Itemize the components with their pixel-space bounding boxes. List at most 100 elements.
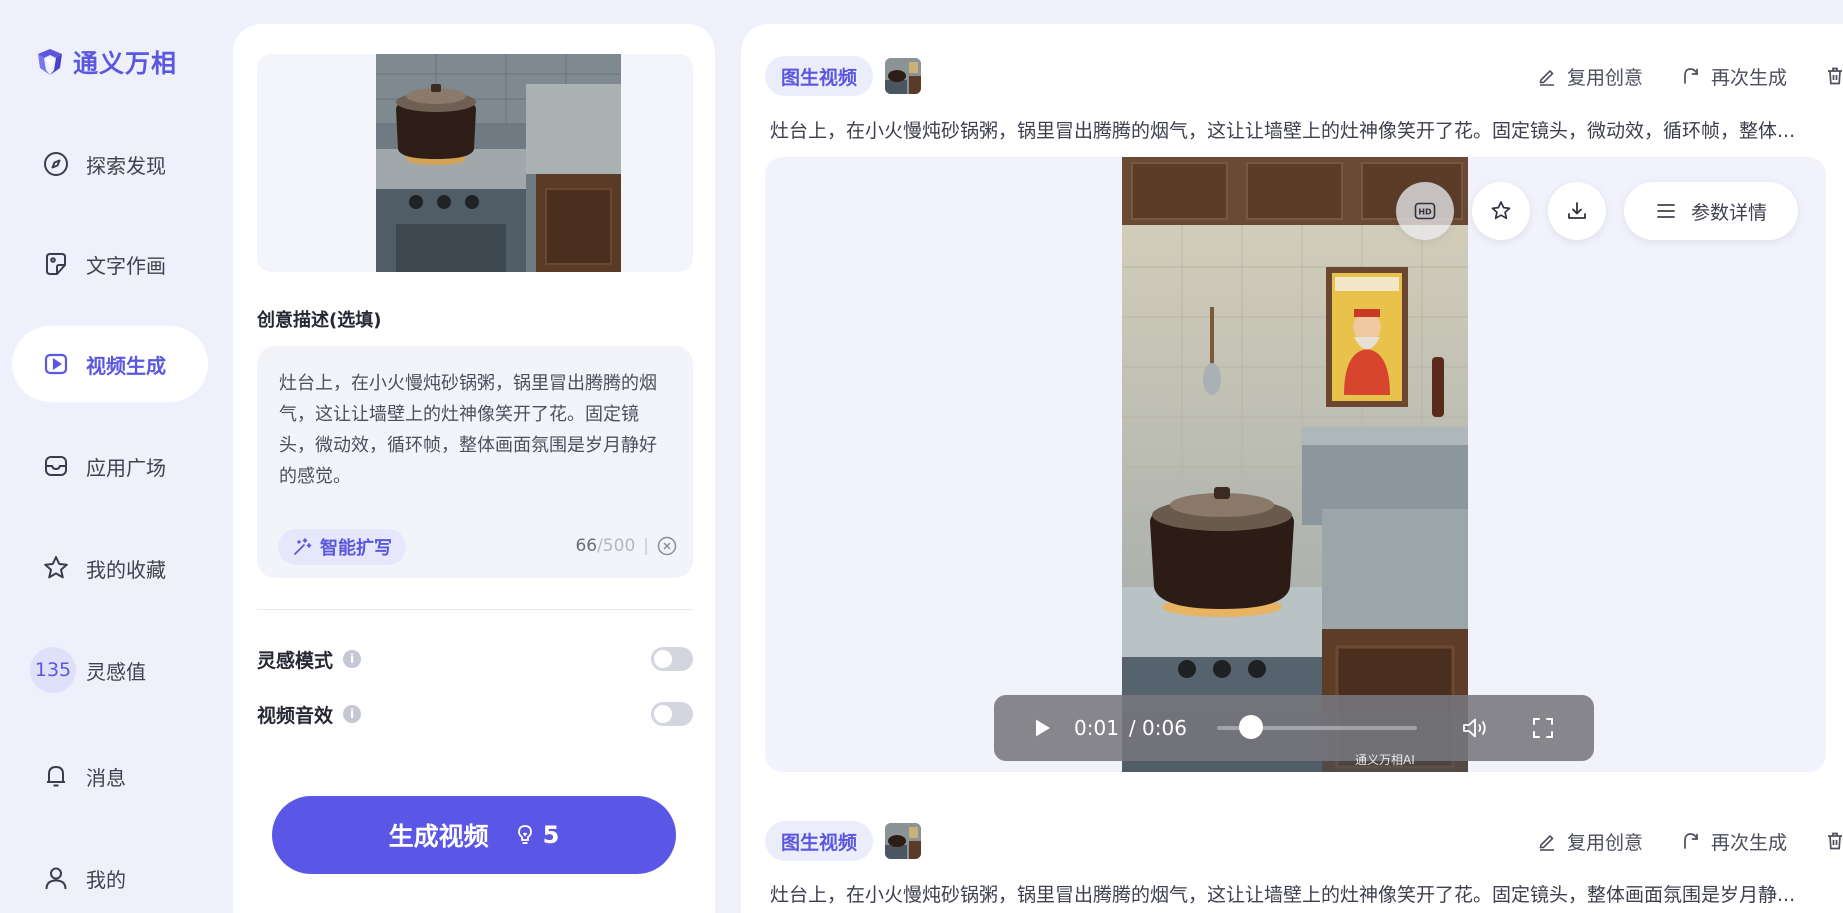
favorite-button[interactable] <box>1472 182 1530 240</box>
option-video-sound: 视频音效 i <box>257 699 693 729</box>
regenerate-button[interactable]: 再次生成 <box>1681 63 1787 90</box>
result-thumbnail[interactable] <box>885 823 922 859</box>
lightbulb-icon <box>517 825 532 844</box>
video-play-icon <box>42 350 70 378</box>
video-sound-toggle[interactable] <box>651 702 693 726</box>
params-detail-label: 参数详情 <box>1690 201 1767 224</box>
sticker-image-icon <box>42 250 70 278</box>
prompt-title: 创意描述(选填) <box>257 310 382 331</box>
video-player[interactable]: HD 参数详情 0:01 / 0:06 通义万相AI <box>765 157 1826 772</box>
generation-panel: 创意描述(选填) 灶台上，在小火慢炖砂锅粥，锅里冒出腾腾的烟气，这让让墙壁上的灶… <box>233 24 715 913</box>
volume-icon[interactable] <box>1461 716 1489 740</box>
sidebar-item-points[interactable]: 135 灵感值 <box>12 632 208 708</box>
sidebar-item-text-to-image[interactable]: 文字作画 <box>12 226 208 302</box>
video-controls: 0:01 / 0:06 <box>994 695 1594 761</box>
info-icon[interactable]: i <box>343 650 362 668</box>
result-header: 图生视频 复用创意 再次生成 <box>765 54 1843 98</box>
generate-cost-value: 5 <box>542 821 560 849</box>
fullscreen-icon[interactable] <box>1531 716 1555 740</box>
app-name: 通义万相 <box>73 49 178 78</box>
result-actions: 复用创意 再次生成 <box>1537 63 1843 90</box>
prompt-textarea[interactable]: 灶台上，在小火慢炖砂锅粥，锅里冒出腾腾的烟气，这让让墙壁上的灶神像笑开了花。固定… <box>279 368 671 492</box>
prompt-box: 灶台上，在小火慢炖砂锅粥，锅里冒出腾腾的烟气，这让让墙壁上的灶神像笑开了花。固定… <box>257 346 693 578</box>
reuse-idea-label: 复用创意 <box>1566 831 1643 854</box>
reference-image-box[interactable] <box>257 54 693 272</box>
app-square-icon <box>42 452 70 480</box>
current-time: 0:01 <box>1074 716 1119 740</box>
generate-cost: 5 <box>515 821 560 849</box>
logo-icon <box>38 49 62 75</box>
reuse-idea-label: 复用创意 <box>1566 66 1643 89</box>
edit-icon <box>1539 69 1554 86</box>
smart-expand-button[interactable]: 智能扩写 <box>278 529 406 565</box>
bell-icon <box>42 762 70 790</box>
generate-label: 生成视频 <box>388 822 489 851</box>
reuse-idea-button[interactable]: 复用创意 <box>1537 828 1643 855</box>
sidebar-item-profile[interactable]: 我的 <box>12 840 208 913</box>
download-icon <box>1568 202 1586 219</box>
sidebar-item-label: 我的 <box>86 867 126 892</box>
video-frame <box>1122 157 1468 772</box>
progress-bar[interactable] <box>1216 715 1417 739</box>
progress-handle[interactable] <box>1238 715 1263 739</box>
sidebar-item-label: 我的收藏 <box>86 557 166 582</box>
divider <box>257 609 693 610</box>
sidebar-item-label: 灵感值 <box>86 659 146 684</box>
regenerate-button[interactable]: 再次生成 <box>1681 828 1787 855</box>
points-badge: 135 <box>30 647 76 693</box>
result-actions: 复用创意 再次生成 <box>1537 828 1843 855</box>
hd-button[interactable]: HD <box>1396 182 1454 240</box>
play-icon[interactable] <box>1034 718 1052 738</box>
sidebar-item-label: 探索发现 <box>86 153 166 178</box>
regenerate-label: 再次生成 <box>1710 66 1787 89</box>
generate-video-button[interactable]: 生成视频 5 <box>272 796 676 874</box>
download-button[interactable] <box>1548 182 1606 240</box>
duration: / 0:06 <box>1128 716 1187 740</box>
clear-icon[interactable] <box>657 536 677 556</box>
video-watermark: 通义万相AI <box>1355 753 1415 767</box>
info-icon[interactable]: i <box>343 705 362 723</box>
trash-icon <box>1828 67 1842 85</box>
reference-image <box>376 54 621 272</box>
sidebar-item-label: 消息 <box>86 765 126 790</box>
char-max: /500 <box>597 536 636 556</box>
reuse-idea-button[interactable]: 复用创意 <box>1537 63 1643 90</box>
delete-button[interactable] <box>1825 66 1843 86</box>
sidebar-item-app-square[interactable]: 应用广场 <box>12 428 208 504</box>
type-tag: 图生视频 <box>765 56 874 96</box>
star-icon <box>42 554 70 582</box>
sidebar-item-label: 文字作画 <box>86 253 166 278</box>
menu-icon <box>1657 204 1675 218</box>
edit-icon <box>1539 834 1554 851</box>
regenerate-label: 再次生成 <box>1710 831 1787 854</box>
inspiration-mode-toggle[interactable] <box>651 647 693 671</box>
type-tag: 图生视频 <box>765 821 874 861</box>
result-description: 灶台上，在小火慢炖砂锅粥，锅里冒出腾腾的烟气，这让让墙壁上的灶神像笑开了花。固定… <box>770 884 1796 906</box>
user-icon <box>42 864 70 892</box>
sidebar-item-messages[interactable]: 消息 <box>12 738 208 814</box>
svg-text:HD: HD <box>1418 208 1432 217</box>
result-header: 图生视频 复用创意 再次生成 <box>765 819 1843 863</box>
redo-icon <box>1684 833 1698 849</box>
results-panel: 图生视频 复用创意 再次生成 灶台上，在小火慢炖砂锅粥，锅里冒出腾腾的烟气，这让… <box>741 24 1843 913</box>
hd-icon: HD <box>1414 202 1436 220</box>
counter-divider: | <box>643 536 649 556</box>
result-description: 灶台上，在小火慢炖砂锅粥，锅里冒出腾腾的烟气，这让让墙壁上的灶神像笑开了花。固定… <box>770 120 1796 142</box>
sidebar-item-label: 视频生成 <box>86 353 166 378</box>
char-counter: 66/500 | <box>575 536 677 556</box>
option-label: 灵感模式 <box>257 649 334 672</box>
compass-icon <box>42 150 70 178</box>
sidebar-item-video[interactable]: 视频生成 <box>12 326 208 402</box>
trash-icon <box>1828 832 1842 850</box>
sidebar-item-label: 应用广场 <box>86 455 166 480</box>
result-thumbnail[interactable] <box>885 58 922 94</box>
params-detail-button[interactable]: 参数详情 <box>1624 182 1798 240</box>
sidebar-item-favorites[interactable]: 我的收藏 <box>12 530 208 606</box>
magic-wand-icon <box>294 538 312 555</box>
smart-expand-label: 智能扩写 <box>320 538 392 559</box>
option-label: 视频音效 <box>257 704 334 727</box>
app-logo[interactable]: 通义万相 <box>34 44 177 80</box>
redo-icon <box>1684 68 1698 84</box>
delete-button[interactable] <box>1825 831 1843 851</box>
sidebar-item-explore[interactable]: 探索发现 <box>12 126 208 202</box>
